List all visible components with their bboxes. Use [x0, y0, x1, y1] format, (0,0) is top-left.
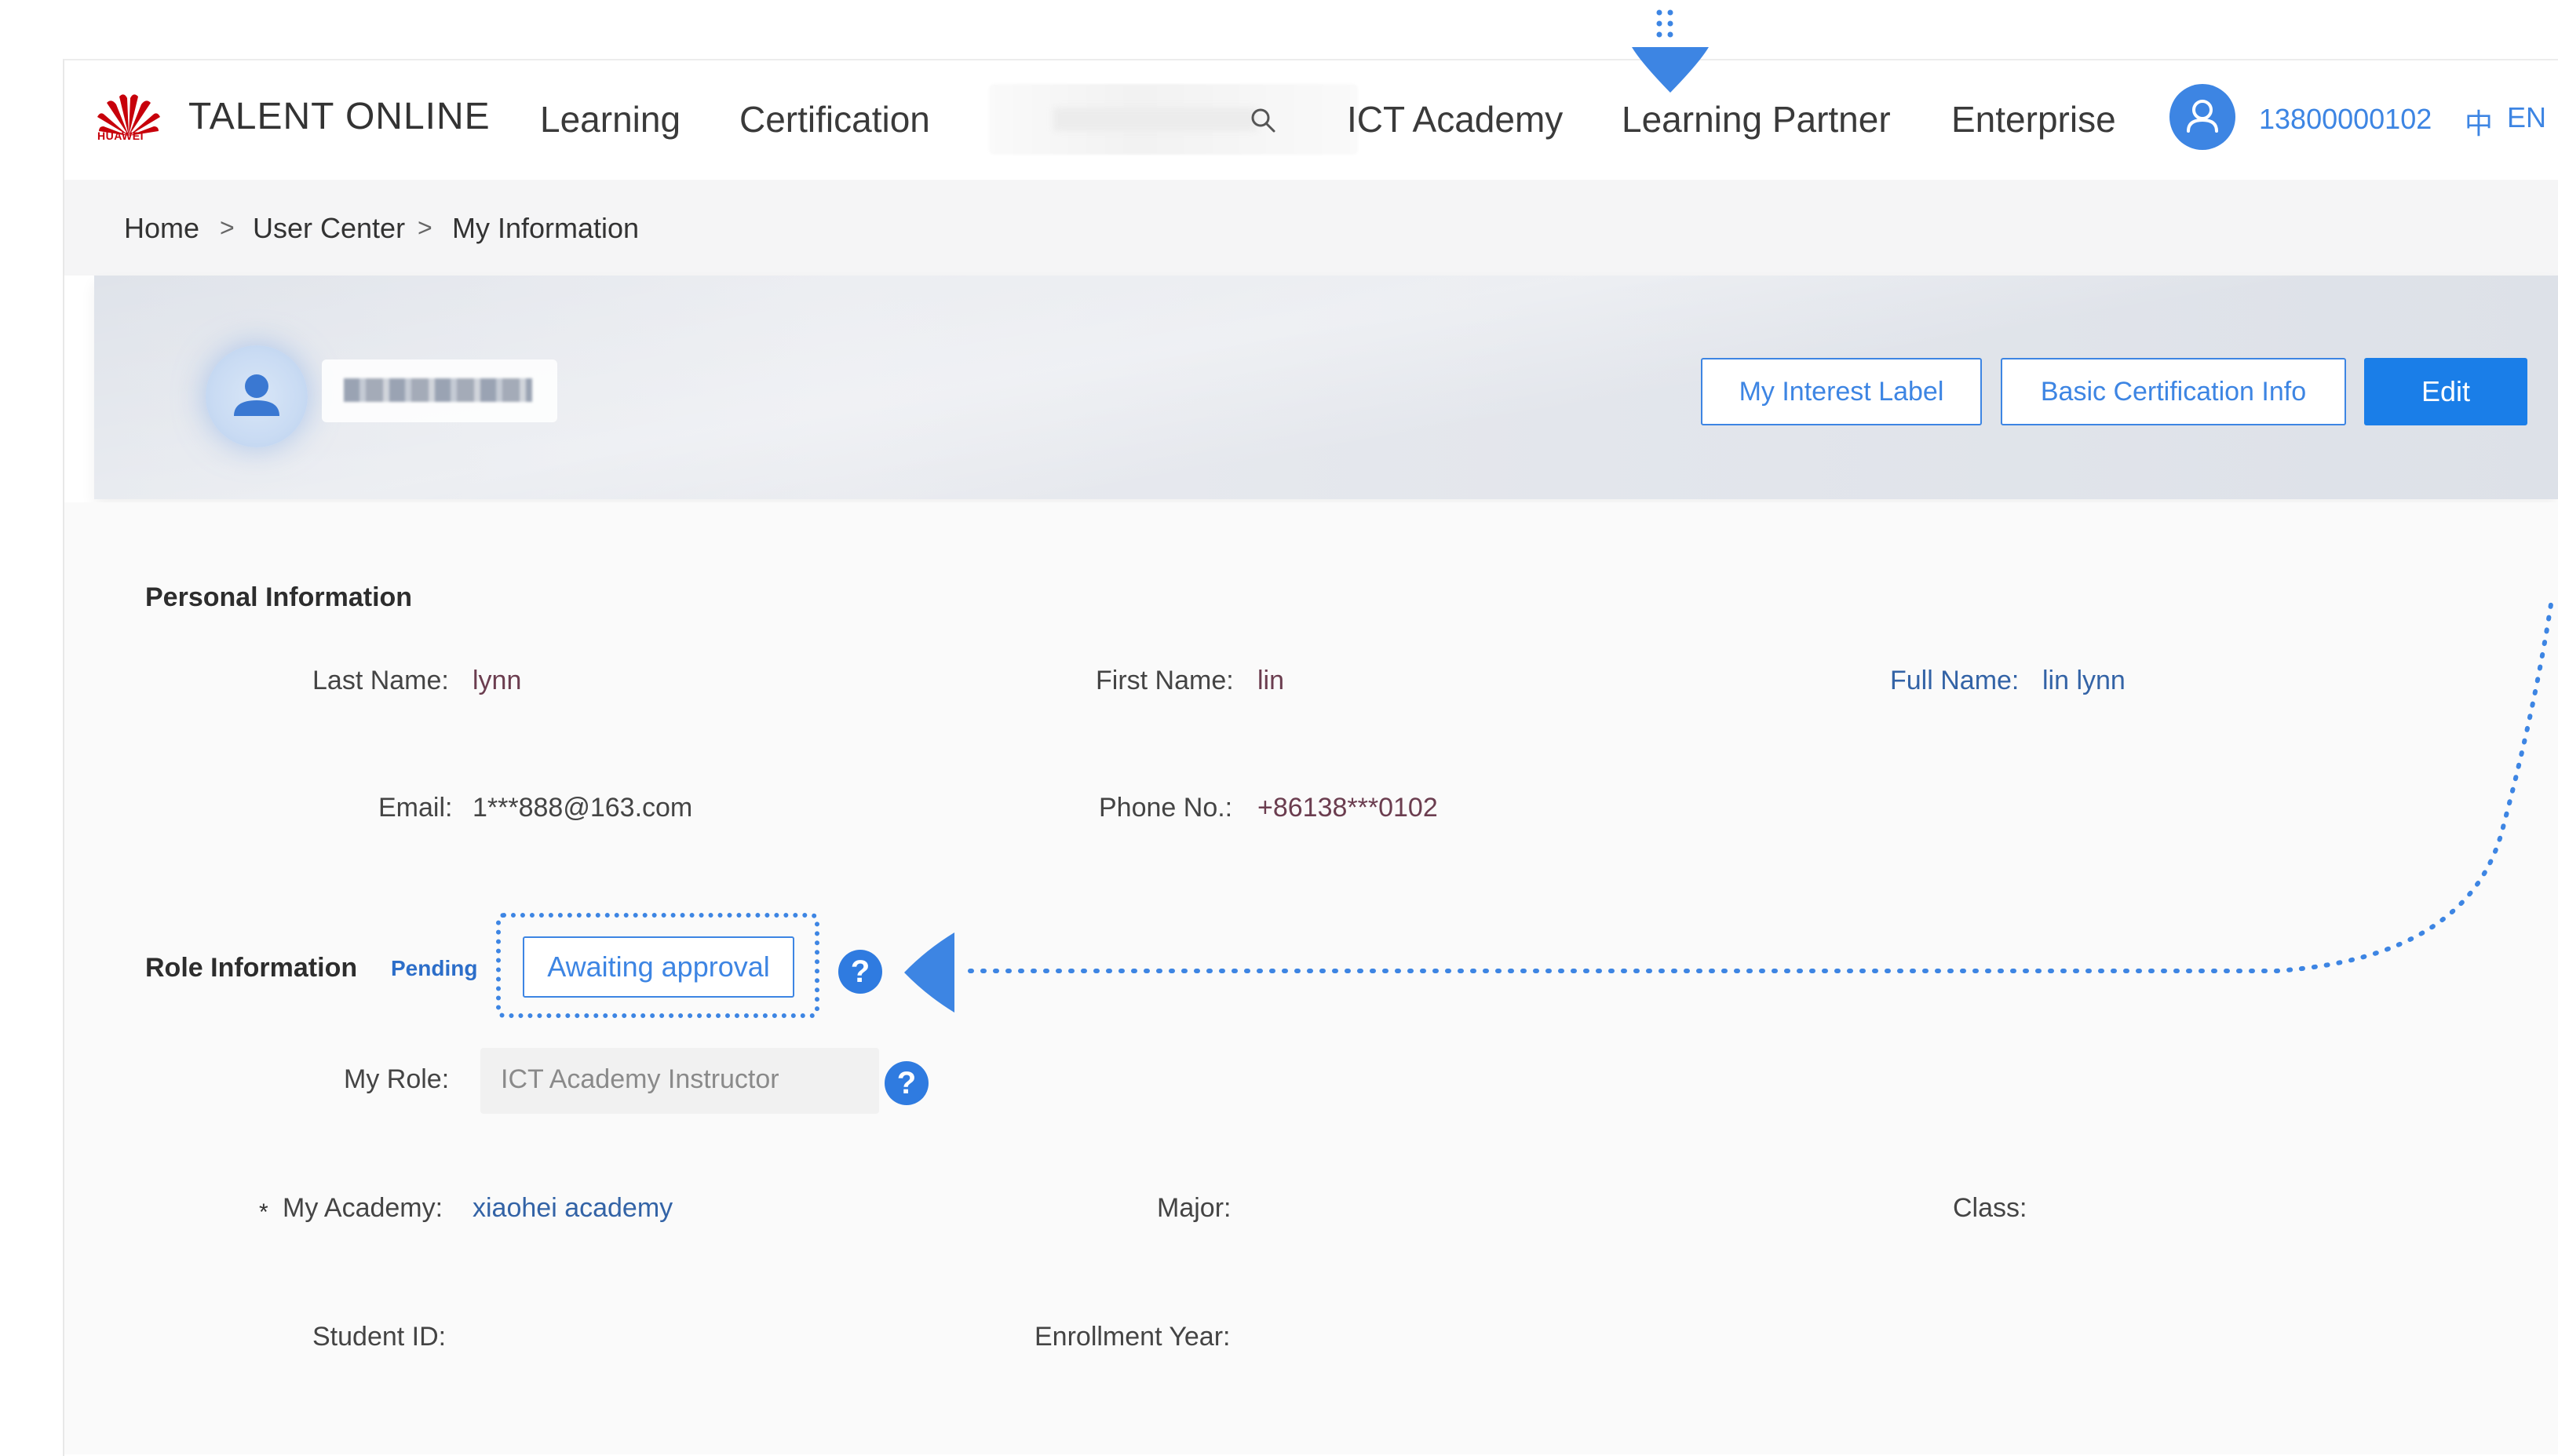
last-name-value: lynn — [473, 666, 522, 695]
my-academy-label: My Academy: — [283, 1193, 443, 1223]
my-academy-value: xiaohei academy — [473, 1193, 673, 1223]
huawei-wordmark: HUAWEI — [97, 130, 144, 142]
first-name-label: First Name: — [1096, 666, 1234, 695]
email-value: 1***888@163.com — [473, 793, 693, 823]
enrollment-year-label: Enrollment Year: — [1035, 1322, 1231, 1352]
lang-en[interactable]: EN — [2507, 101, 2546, 134]
brand-title[interactable]: TALENT ONLINE — [188, 95, 491, 138]
breadcrumb-user-center[interactable]: User Center — [253, 212, 405, 245]
top-header: HUAWEI TALENT ONLINE Learning Certificat… — [64, 60, 2558, 180]
nav-enterprise[interactable]: Enterprise — [1951, 98, 2116, 140]
my-interest-label-button[interactable]: My Interest Label — [1701, 358, 1982, 425]
basic-certification-info-button[interactable]: Basic Certification Info — [2001, 358, 2346, 425]
personal-information-title: Personal Information — [145, 582, 413, 612]
page: HUAWEI TALENT ONLINE Learning Certificat… — [0, 0, 2558, 1456]
my-role-value: ICT Academy Instructor — [501, 1064, 779, 1094]
full-name-label: Full Name: — [1890, 666, 2020, 695]
breadcrumb-home[interactable]: Home — [124, 212, 199, 245]
breadcrumb-separator: > — [220, 213, 235, 242]
edit-button[interactable]: Edit — [2364, 358, 2527, 425]
down-arrow-indicator — [1632, 9, 1709, 93]
nav-certification[interactable]: Certification — [739, 98, 930, 140]
role-information-title: Role Information — [145, 953, 358, 983]
search-icon[interactable] — [1248, 105, 1279, 137]
nav-learning[interactable]: Learning — [540, 98, 681, 140]
full-name-value: lin lynn — [2042, 666, 2126, 695]
nav-ict-academy[interactable]: ICT Academy — [1347, 98, 1563, 140]
class-label: Class: — [1953, 1193, 2027, 1223]
first-name-value: lin — [1257, 666, 1285, 695]
breadcrumb-my-information: My Information — [452, 212, 640, 244]
nav-learning-partner[interactable]: Learning Partner — [1622, 98, 1891, 140]
phone-value: +86138***0102 — [1257, 793, 1438, 823]
help-icon[interactable]: ? — [885, 1061, 929, 1105]
email-label: Email: — [378, 793, 453, 823]
required-star: * — [259, 1199, 268, 1225]
phone-label: Phone No.: — [1099, 793, 1233, 823]
breadcrumb-separator: > — [418, 213, 432, 242]
user-phone[interactable]: 13800000102 — [2259, 103, 2432, 136]
help-icon[interactable]: ? — [838, 950, 882, 994]
search-placeholder — [1053, 108, 1257, 131]
major-label: Major: — [1157, 1193, 1232, 1223]
breadcrumb — [64, 180, 2558, 276]
awaiting-approval-button[interactable]: Awaiting approval — [523, 936, 794, 998]
profile-avatar-icon[interactable] — [206, 345, 308, 447]
last-name-label: Last Name: — [312, 666, 449, 695]
student-id-label: Student ID: — [312, 1322, 447, 1352]
my-role-label: My Role: — [344, 1064, 450, 1094]
lang-zh[interactable]: 中 — [2465, 101, 2493, 142]
role-status-badge: Pending — [391, 956, 478, 980]
profile-name-pixels — [344, 378, 532, 402]
user-avatar-icon[interactable] — [2169, 84, 2235, 150]
